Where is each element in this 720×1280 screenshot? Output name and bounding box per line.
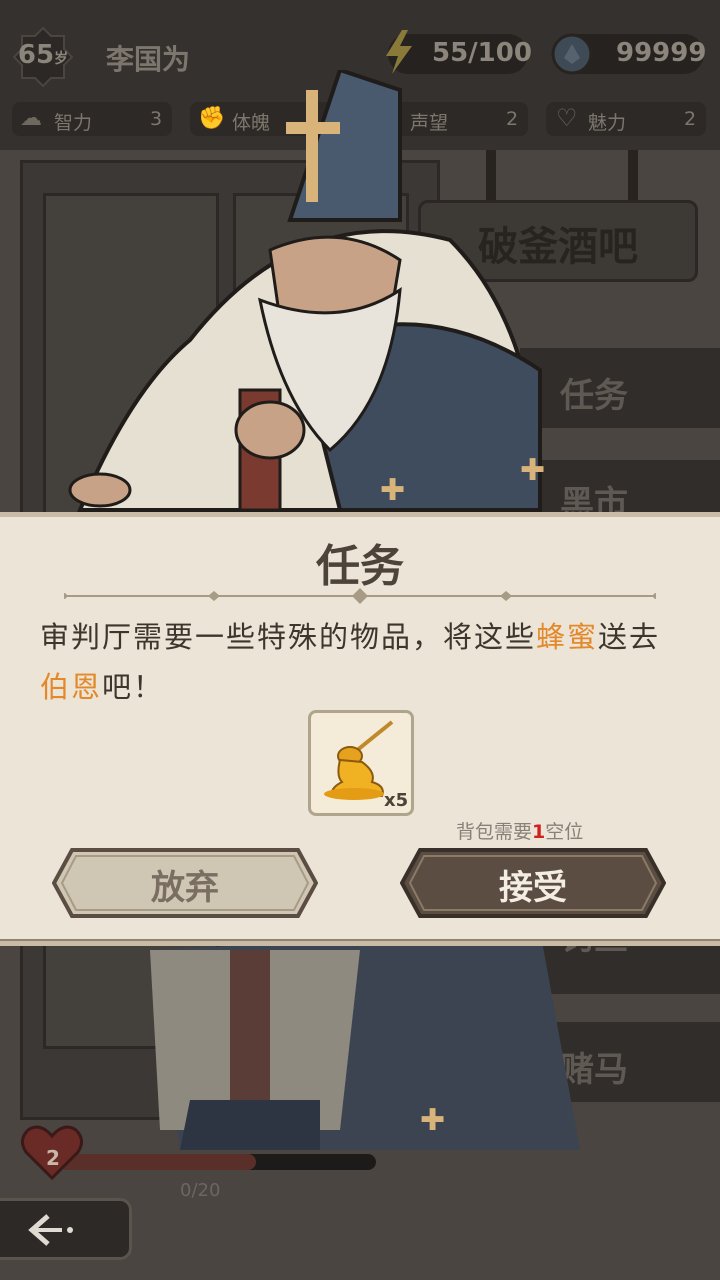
progress-text: 0/20 [180,1180,221,1201]
svg-text:✚: ✚ [420,1103,445,1138]
bag-space-note: 背包需要1空位 [456,821,584,843]
heart-count: 2 [46,1146,60,1170]
dialog-title: 任务 [316,541,404,592]
ornament-divider [64,588,656,604]
back-arrow-icon [28,1214,73,1246]
brain-icon: ☁ [20,106,42,131]
dialog-message: 审判厅需要一些特殊的物品，将这些蜂蜜送去伯恩吧！ [40,620,661,704]
lightning-icon [386,30,412,74]
gem-value: 99999 [616,38,707,68]
accept-button[interactable]: 接受 [400,848,666,918]
item-quantity: x5 [384,790,409,811]
energy-value: 55/100 [432,38,532,68]
age-value: 65岁 [17,40,69,70]
abandon-label: 放弃 [151,868,219,908]
sign-rod [628,150,638,200]
svg-text:✚: ✚ [520,453,545,488]
stat-value: 2 [684,108,697,130]
progress-bar-fill [60,1154,256,1170]
abandon-button[interactable]: 放弃 [52,848,318,918]
accept-label: 接受 [499,868,567,908]
svg-text:✚: ✚ [380,473,405,508]
